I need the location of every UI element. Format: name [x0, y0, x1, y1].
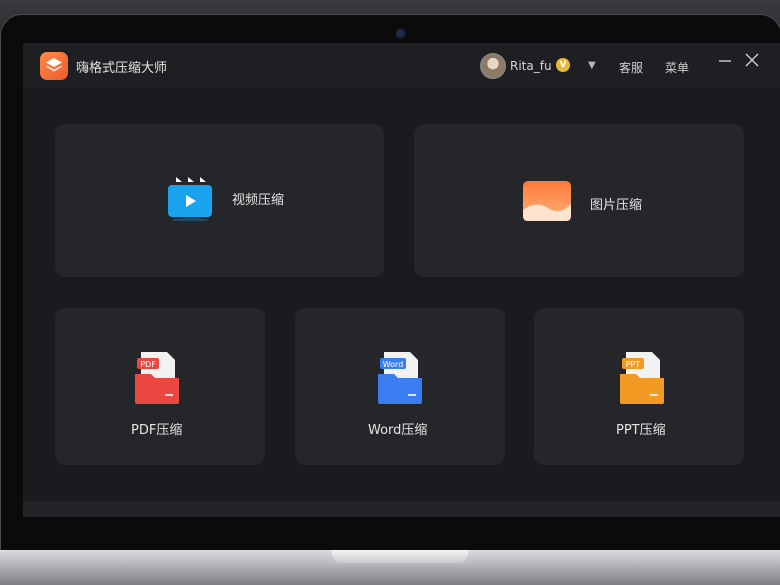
ppt-file-folder-icon: PPT — [618, 350, 666, 410]
pdf-file-folder-icon: PDF — [133, 350, 181, 410]
video-compress-card[interactable]: 视频压缩 — [55, 124, 384, 277]
landscape-image-icon — [522, 180, 572, 226]
laptop-notch — [332, 550, 468, 563]
svg-text:PPT: PPT — [626, 360, 641, 369]
title-bar: 嗨格式压缩大师 Rita_fu V ▼ 客服 菜单 — [23, 43, 780, 88]
pdf-compress-label: PDF压缩 — [131, 423, 183, 438]
close-icon[interactable] — [745, 52, 759, 71]
word-compress-card[interactable]: Word Word压缩 — [295, 308, 505, 465]
app-title: 嗨格式压缩大师 — [76, 61, 168, 76]
image-compress-label: 图片压缩 — [590, 198, 643, 213]
word-file-folder-icon: Word — [376, 350, 424, 410]
minimize-icon[interactable] — [718, 52, 732, 71]
avatar[interactable] — [480, 53, 506, 79]
video-compress-label: 视频压缩 — [232, 193, 285, 208]
menu-button[interactable]: 菜单 — [665, 59, 689, 76]
username[interactable]: Rita_fu — [510, 59, 552, 73]
svg-text:Word: Word — [383, 360, 404, 369]
app-window: 嗨格式压缩大师 Rita_fu V ▼ 客服 菜单 视频压缩 图片压缩 PDF … — [23, 43, 780, 517]
image-compress-card[interactable]: 图片压缩 — [414, 124, 744, 277]
svg-text:PDF: PDF — [140, 360, 156, 369]
footer-strip — [23, 501, 780, 517]
chevron-down-icon[interactable]: ▼ — [588, 60, 596, 71]
word-compress-label: Word压缩 — [368, 423, 428, 438]
ppt-compress-card[interactable]: PPT PPT压缩 — [534, 308, 744, 465]
customer-service-button[interactable]: 客服 — [619, 59, 643, 76]
ppt-compress-label: PPT压缩 — [616, 423, 666, 438]
clapperboard-play-icon — [166, 173, 214, 225]
app-logo-icon — [40, 52, 68, 80]
webcam — [396, 29, 405, 38]
pdf-compress-card[interactable]: PDF PDF压缩 — [55, 308, 265, 465]
vip-badge-icon: V — [556, 58, 570, 72]
